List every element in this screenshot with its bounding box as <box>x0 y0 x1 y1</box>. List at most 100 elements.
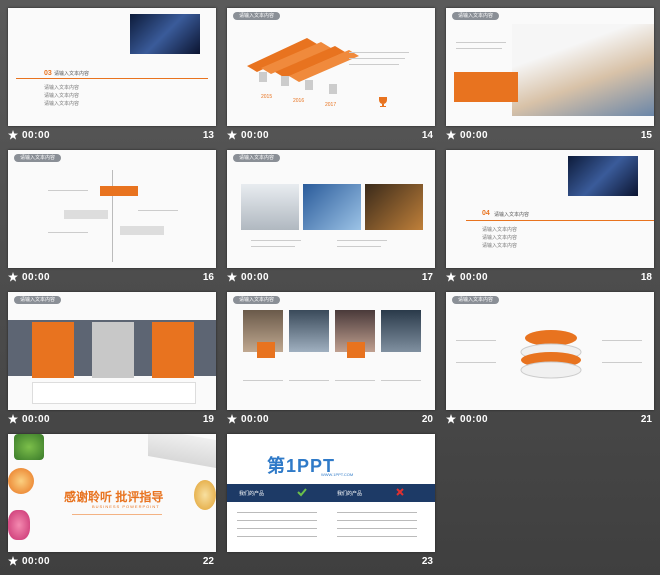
trophy-icon <box>379 97 387 107</box>
slide-thumbnail-14[interactable]: 请输入文本内容 2015 2016 2017 00:00 14 <box>227 8 435 148</box>
star-icon[interactable] <box>227 414 237 424</box>
text-line <box>337 240 387 241</box>
slide-preview: 请输入文本内容 <box>227 150 435 268</box>
star-icon[interactable] <box>8 414 18 424</box>
slide-thumbnail-16[interactable]: 请输入文本内容 00:00 16 <box>8 150 216 290</box>
slide-thumbnail-21[interactable]: 请输入文本内容 00:00 21 <box>446 292 654 432</box>
text-line <box>602 362 642 363</box>
photo <box>303 184 361 230</box>
slide-number: 13 <box>202 130 214 141</box>
text-line <box>243 380 283 381</box>
text-line <box>349 64 399 65</box>
slide-number: 19 <box>202 414 214 425</box>
year-label: 2015 <box>261 94 273 100</box>
list-item: 请输入文本内容 <box>44 93 80 99</box>
slide-preview: 04 请输入文本内容 请输入文本内容 请输入文本内容 请输入文本内容 <box>446 150 654 268</box>
slide-thumbnail-17[interactable]: 请输入文本内容 00:00 17 <box>227 150 435 290</box>
feature-card <box>92 322 134 378</box>
timeline-ribbon <box>100 186 138 196</box>
slide-duration: 00:00 <box>22 556 51 567</box>
slide-thumbnail-15[interactable]: 请输入文本内容 00:00 15 <box>446 8 654 148</box>
slide-thumbnail-19[interactable]: 请输入文本内容 00:00 19 <box>8 292 216 432</box>
text-line <box>456 48 502 49</box>
slide-number: 18 <box>640 272 652 283</box>
right-heading: 我们的产品 <box>337 491 363 497</box>
slide-number: 23 <box>421 556 433 567</box>
check-icon <box>297 488 307 497</box>
list-item: 请输入文本内容 <box>44 85 80 91</box>
list-item: 请输入文本内容 <box>482 243 518 249</box>
slide-meta: 00:00 15 <box>446 128 654 146</box>
slide-duration: 00:00 <box>241 130 270 141</box>
text-line <box>251 240 301 241</box>
drink-photo <box>8 468 34 494</box>
slide-tag: 请输入文本内容 <box>233 12 281 20</box>
photo <box>568 156 638 196</box>
slide-meta: 00:00 14 <box>227 128 435 146</box>
text-line <box>251 246 295 247</box>
thanks-title: 感谢聆听 批评指导 <box>64 490 164 504</box>
section-number: 03 <box>44 70 52 77</box>
slide-meta: 00:00 16 <box>8 270 216 288</box>
plant-photo <box>14 434 44 460</box>
text-line <box>237 512 317 513</box>
slide-preview: 请输入文本内容 <box>8 292 216 410</box>
text-line <box>456 340 496 341</box>
year-label: 2016 <box>293 98 305 104</box>
star-icon[interactable] <box>8 130 18 140</box>
slide-duration: 00:00 <box>460 414 489 425</box>
slide-meta: 00:00 13 <box>8 128 216 146</box>
star-icon[interactable] <box>446 130 456 140</box>
star-icon[interactable] <box>227 130 237 140</box>
timeline-ribbon <box>64 210 108 219</box>
star-icon[interactable] <box>446 414 456 424</box>
slide-number: 20 <box>421 414 433 425</box>
slide-duration: 00:00 <box>22 130 51 141</box>
section-title: 请输入文本内容 <box>54 71 90 77</box>
slide-duration: 00:00 <box>460 130 489 141</box>
slide-preview: 第1PPT WWW.1PPT.COM 我们的产品 我们的产品 <box>227 434 435 552</box>
text-line <box>289 380 329 381</box>
timeline-ribbon <box>120 226 164 235</box>
keyboard-photo <box>148 434 216 468</box>
thanks-subtitle: BUSINESS POWERPOINT <box>92 504 160 509</box>
slide-meta: 00:00 19 <box>8 412 216 430</box>
slide-number: 17 <box>421 272 433 283</box>
logo-url: WWW.1PPT.COM <box>321 472 354 477</box>
text-line <box>337 512 417 513</box>
star-icon[interactable] <box>446 272 456 282</box>
slide-thumbnail-23[interactable]: 第1PPT WWW.1PPT.COM 我们的产品 我们的产品 23 <box>227 434 435 574</box>
slide-thumbnail-22[interactable]: 感谢聆听 批评指导 BUSINESS POWERPOINT 00:00 22 <box>8 434 216 574</box>
star-icon[interactable] <box>8 556 18 566</box>
text-line <box>237 536 317 537</box>
slide-tag: 请输入文本内容 <box>14 296 62 304</box>
slide-meta: 23 <box>227 554 435 572</box>
text-box <box>32 382 196 404</box>
slide-meta: 00:00 21 <box>446 412 654 430</box>
text-line <box>237 520 317 521</box>
slide-duration: 00:00 <box>241 272 270 283</box>
slide-tag: 请输入文本内容 <box>452 12 500 20</box>
text-line <box>337 528 417 529</box>
photo <box>241 184 299 230</box>
slide-thumbnail-18[interactable]: 04 请输入文本内容 请输入文本内容 请输入文本内容 请输入文本内容 00:00… <box>446 150 654 290</box>
left-heading: 我们的产品 <box>239 491 265 497</box>
slide-number: 22 <box>202 556 214 567</box>
slide-thumbnail-20[interactable]: 请输入文本内容 00:00 20 <box>227 292 435 432</box>
text-line <box>48 190 88 191</box>
stack-graphic <box>520 330 582 379</box>
slide-tag: 请输入文本内容 <box>452 296 500 304</box>
slide-preview: 03 请输入文本内容 请输入文本内容 请输入文本内容 请输入文本内容 <box>8 8 216 126</box>
photo <box>289 310 329 352</box>
star-icon[interactable] <box>8 272 18 282</box>
slide-thumbnail-13[interactable]: 03 请输入文本内容 请输入文本内容 请输入文本内容 请输入文本内容 00:00… <box>8 8 216 148</box>
star-icon[interactable] <box>227 272 237 282</box>
close-icon <box>396 488 404 496</box>
slide-preview: 请输入文本内容 <box>446 292 654 410</box>
photo <box>130 14 200 54</box>
section-number: 04 <box>482 210 490 217</box>
feature-card <box>152 322 194 378</box>
slide-meta: 00:00 22 <box>8 554 216 572</box>
timeline <box>112 170 113 262</box>
flower-photo <box>8 510 30 540</box>
